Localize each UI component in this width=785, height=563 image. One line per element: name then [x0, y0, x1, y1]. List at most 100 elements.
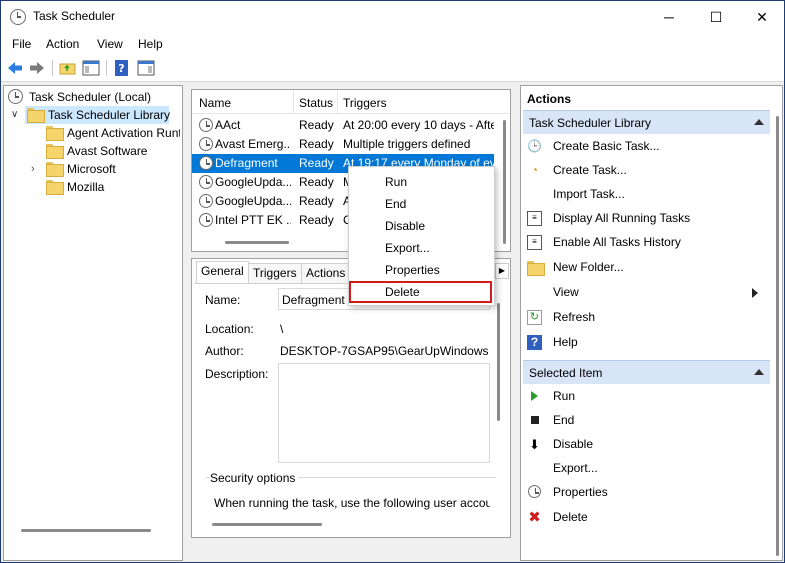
action-label: Disable	[553, 437, 594, 451]
detail-vertical-scrollbar[interactable]	[497, 303, 500, 421]
security-options-title: Security options	[210, 471, 299, 485]
action-enable-tasks-history[interactable]: ≡ Enable All Tasks History	[521, 231, 768, 253]
task-status: Ready	[299, 118, 334, 132]
task-list-horizontal-scrollbar[interactable]	[225, 241, 289, 244]
column-header-name[interactable]: Name	[199, 96, 231, 110]
tree-horizontal-scrollbar[interactable]	[21, 529, 151, 532]
action-create-basic-task[interactable]: 🕒 Create Basic Task...	[521, 135, 768, 157]
running-tasks-icon: ≡	[527, 211, 542, 226]
create-basic-task-icon: 🕒	[527, 139, 542, 153]
tree-item-folder[interactable]: Avast Software	[8, 142, 180, 160]
action-label: Run	[553, 389, 576, 403]
action-label: New Folder...	[553, 260, 624, 274]
task-row[interactable]: Avast Emerg... Ready Multiple triggers d…	[192, 135, 494, 154]
tab-actions[interactable]: Actions	[301, 263, 351, 283]
task-name: GoogleUpda...	[215, 175, 291, 189]
actions-pane: Actions Task Scheduler Library 🕒 Create …	[520, 85, 783, 561]
disable-icon: ⬇	[529, 437, 540, 452]
task-scheduler-window: Task Scheduler ─ ☐ ✕ File Action View He…	[0, 0, 785, 563]
menu-help[interactable]: Help	[138, 37, 163, 51]
description-field[interactable]	[278, 363, 490, 463]
menu-bar: File Action View Help	[1, 33, 784, 55]
action-display-running-tasks[interactable]: ≡ Display All Running Tasks	[521, 207, 768, 229]
chevron-right-icon[interactable]: ›	[31, 160, 35, 178]
folder-icon	[46, 162, 64, 177]
maximize-button[interactable]: ☐	[693, 1, 739, 33]
detail-horizontal-scrollbar[interactable]	[212, 523, 322, 526]
end-icon	[531, 416, 539, 424]
action-new-folder[interactable]: New Folder...	[521, 256, 768, 278]
task-row[interactable]: AAct Ready At 20:00 every 10 days - Afte…	[192, 116, 494, 135]
column-divider[interactable]	[293, 90, 294, 114]
tree-item-folder[interactable]: › Microsoft	[8, 160, 180, 178]
context-menu-run[interactable]: Run	[385, 175, 407, 189]
up-folder-icon[interactable]	[59, 59, 77, 77]
folder-icon	[46, 144, 64, 159]
tree-item-task-scheduler-library[interactable]: ∨ Task Scheduler Library	[8, 106, 180, 124]
action-properties[interactable]: Properties	[521, 481, 768, 503]
actions-pane-title: Actions	[527, 92, 572, 106]
author-label: Author:	[205, 344, 244, 358]
action-import-task[interactable]: Import Task...	[521, 183, 768, 205]
show-hide-action-pane-icon[interactable]	[137, 59, 155, 77]
tree-item-folder[interactable]: Mozilla	[8, 178, 180, 196]
action-view[interactable]: View	[521, 281, 768, 303]
folder-icon	[46, 126, 64, 141]
delete-highlight-box	[349, 281, 492, 303]
action-label: Display All Running Tasks	[553, 211, 691, 225]
action-label: Import Task...	[553, 187, 625, 201]
actions-section-library[interactable]: Task Scheduler Library	[523, 110, 770, 134]
title-bar: Task Scheduler ─ ☐ ✕	[1, 1, 784, 33]
minimize-button[interactable]: ─	[646, 1, 692, 33]
tasks-history-icon: ≡	[527, 235, 542, 250]
forward-arrow-icon[interactable]	[28, 59, 46, 77]
toolbar-separator	[106, 60, 107, 76]
task-clock-icon	[199, 156, 213, 170]
actions-vertical-scrollbar[interactable]	[776, 116, 779, 556]
collapse-arrow-icon[interactable]	[754, 119, 764, 125]
context-menu-properties[interactable]: Properties	[385, 263, 440, 277]
show-hide-console-tree-icon[interactable]	[82, 59, 100, 77]
description-label: Description:	[205, 367, 269, 381]
tree-item-folder[interactable]: Agent Activation Runt	[8, 124, 180, 142]
action-disable[interactable]: ⬇ Disable	[521, 433, 768, 455]
task-name: GoogleUpda...	[215, 194, 291, 208]
tab-scroll-right-button[interactable]: ▶	[495, 263, 509, 279]
column-header-triggers[interactable]: Triggers	[343, 96, 387, 110]
close-button[interactable]: ✕	[739, 1, 785, 33]
help-icon[interactable]: ?	[113, 59, 131, 77]
action-run[interactable]: Run	[521, 385, 768, 407]
action-end[interactable]: End	[521, 409, 768, 431]
menu-action[interactable]: Action	[46, 37, 79, 51]
menu-view[interactable]: View	[97, 37, 123, 51]
column-divider[interactable]	[337, 90, 338, 114]
action-label: Properties	[553, 485, 608, 499]
action-label: Refresh	[553, 310, 596, 324]
collapse-arrow-icon[interactable]	[754, 369, 764, 375]
task-name: Intel PTT EK ...	[215, 213, 291, 227]
action-create-task[interactable]: ◔ Create Task...	[521, 159, 768, 181]
console-tree-pane: Task Scheduler (Local) ∨ Task Scheduler …	[3, 85, 183, 561]
context-menu-disable[interactable]: Disable	[385, 219, 425, 233]
action-help[interactable]: ? Help	[521, 331, 768, 353]
context-menu-end[interactable]: End	[385, 197, 406, 211]
action-label: Delete	[553, 510, 588, 524]
action-refresh[interactable]: ↻ Refresh	[521, 306, 768, 328]
task-list-vertical-scrollbar[interactable]	[503, 120, 506, 244]
action-export[interactable]: Export...	[521, 457, 768, 479]
task-name: Avast Emerg...	[215, 137, 291, 151]
action-label: Export...	[553, 461, 598, 475]
chevron-down-icon[interactable]: ∨	[11, 106, 18, 124]
menu-file[interactable]: File	[12, 37, 31, 51]
action-delete[interactable]: ✖ Delete	[521, 506, 768, 528]
tab-triggers[interactable]: Triggers	[248, 263, 302, 283]
actions-section-selected-item[interactable]: Selected Item	[523, 360, 770, 384]
context-menu-export[interactable]: Export...	[385, 241, 430, 255]
tree-item-task-scheduler-local[interactable]: Task Scheduler (Local)	[8, 88, 178, 106]
tree-item-label: Avast Software	[67, 144, 148, 158]
task-status: Ready	[299, 137, 334, 151]
column-header-status[interactable]: Status	[299, 96, 333, 110]
tab-general[interactable]: General	[196, 261, 249, 283]
back-arrow-icon[interactable]	[6, 59, 24, 77]
submenu-arrow-icon	[752, 288, 758, 298]
